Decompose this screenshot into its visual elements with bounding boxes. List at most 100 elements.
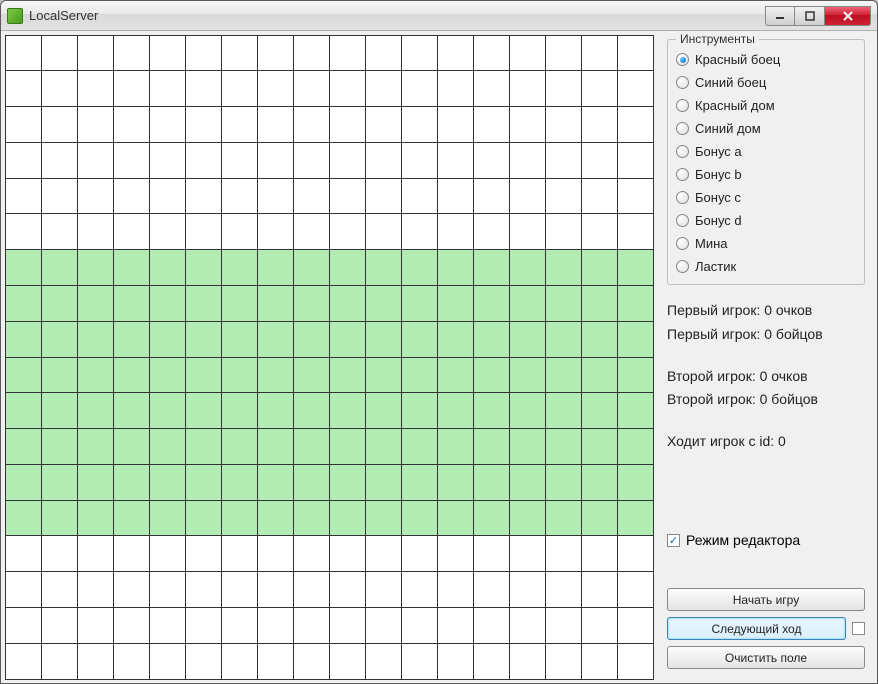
next-turn-checkbox[interactable]: [852, 622, 865, 635]
grid-cell[interactable]: [437, 428, 474, 465]
grid-cell[interactable]: [221, 285, 258, 322]
grid-cell[interactable]: [401, 428, 438, 465]
grid-cell[interactable]: [401, 213, 438, 250]
grid-cell[interactable]: [401, 571, 438, 608]
grid-cell[interactable]: [5, 428, 42, 465]
grid-cell[interactable]: [113, 70, 150, 107]
grid-cell[interactable]: [149, 285, 186, 322]
grid-cell[interactable]: [149, 178, 186, 215]
grid-cell[interactable]: [617, 106, 654, 143]
grid-cell[interactable]: [365, 500, 402, 537]
close-button[interactable]: [825, 6, 871, 26]
grid-cell[interactable]: [401, 178, 438, 215]
grid-cell[interactable]: [545, 321, 582, 358]
grid-cell[interactable]: [293, 213, 330, 250]
grid-cell[interactable]: [5, 643, 42, 680]
grid-cell[interactable]: [509, 249, 546, 286]
grid-cell[interactable]: [257, 500, 294, 537]
grid-cell[interactable]: [221, 464, 258, 501]
grid-cell[interactable]: [113, 249, 150, 286]
grid-cell[interactable]: [509, 607, 546, 644]
grid-cell[interactable]: [401, 500, 438, 537]
grid-cell[interactable]: [509, 428, 546, 465]
grid-cell[interactable]: [473, 213, 510, 250]
grid-cell[interactable]: [77, 213, 114, 250]
grid-cell[interactable]: [437, 106, 474, 143]
grid-cell[interactable]: [149, 500, 186, 537]
grid-cell[interactable]: [77, 70, 114, 107]
grid-cell[interactable]: [329, 428, 366, 465]
grid-cell[interactable]: [509, 178, 546, 215]
grid-cell[interactable]: [365, 285, 402, 322]
grid-cell[interactable]: [329, 285, 366, 322]
grid-cell[interactable]: [473, 357, 510, 394]
grid-cell[interactable]: [221, 249, 258, 286]
grid-cell[interactable]: [221, 500, 258, 537]
grid-cell[interactable]: [329, 142, 366, 179]
tool-option[interactable]: Бонус c: [676, 186, 856, 209]
grid-cell[interactable]: [41, 535, 78, 572]
grid-cell[interactable]: [221, 392, 258, 429]
grid-cell[interactable]: [293, 178, 330, 215]
grid-cell[interactable]: [257, 70, 294, 107]
grid-cell[interactable]: [5, 106, 42, 143]
grid-cell[interactable]: [401, 643, 438, 680]
grid-cell[interactable]: [149, 213, 186, 250]
grid-cell[interactable]: [329, 643, 366, 680]
grid-cell[interactable]: [293, 35, 330, 72]
grid-cell[interactable]: [617, 249, 654, 286]
tool-option[interactable]: Красный боец: [676, 48, 856, 71]
grid-cell[interactable]: [5, 392, 42, 429]
grid-cell[interactable]: [581, 106, 618, 143]
grid-cell[interactable]: [77, 142, 114, 179]
grid-cell[interactable]: [545, 571, 582, 608]
grid-cell[interactable]: [617, 213, 654, 250]
grid-cell[interactable]: [221, 213, 258, 250]
grid-cell[interactable]: [149, 428, 186, 465]
grid-cell[interactable]: [437, 213, 474, 250]
grid-cell[interactable]: [473, 321, 510, 358]
grid-cell[interactable]: [41, 70, 78, 107]
grid-cell[interactable]: [509, 500, 546, 537]
grid-cell[interactable]: [581, 285, 618, 322]
grid-cell[interactable]: [77, 178, 114, 215]
grid-cell[interactable]: [473, 106, 510, 143]
grid-cell[interactable]: [257, 392, 294, 429]
grid-cell[interactable]: [293, 70, 330, 107]
grid-cell[interactable]: [257, 428, 294, 465]
grid-cell[interactable]: [41, 285, 78, 322]
grid-cell[interactable]: [41, 142, 78, 179]
grid-cell[interactable]: [113, 428, 150, 465]
grid-cell[interactable]: [77, 643, 114, 680]
grid-cell[interactable]: [149, 643, 186, 680]
titlebar[interactable]: LocalServer: [1, 1, 877, 31]
grid-cell[interactable]: [257, 106, 294, 143]
grid-cell[interactable]: [257, 249, 294, 286]
tool-option[interactable]: Синий дом: [676, 117, 856, 140]
grid-cell[interactable]: [5, 213, 42, 250]
grid-cell[interactable]: [293, 500, 330, 537]
grid-cell[interactable]: [365, 70, 402, 107]
grid-cell[interactable]: [149, 70, 186, 107]
grid-cell[interactable]: [5, 500, 42, 537]
grid-cell[interactable]: [581, 142, 618, 179]
grid-cell[interactable]: [365, 607, 402, 644]
grid-cell[interactable]: [365, 571, 402, 608]
tool-option[interactable]: Ластик: [676, 255, 856, 278]
tool-option[interactable]: Бонус d: [676, 209, 856, 232]
grid-cell[interactable]: [77, 464, 114, 501]
grid-cell[interactable]: [545, 106, 582, 143]
grid-cell[interactable]: [617, 500, 654, 537]
grid-cell[interactable]: [365, 35, 402, 72]
grid-cell[interactable]: [257, 464, 294, 501]
grid-cell[interactable]: [221, 643, 258, 680]
grid-cell[interactable]: [113, 321, 150, 358]
grid-cell[interactable]: [41, 607, 78, 644]
grid-cell[interactable]: [113, 464, 150, 501]
grid-cell[interactable]: [293, 535, 330, 572]
grid-cell[interactable]: [77, 249, 114, 286]
grid-cell[interactable]: [185, 428, 222, 465]
grid-cell[interactable]: [185, 607, 222, 644]
grid-cell[interactable]: [365, 142, 402, 179]
grid-cell[interactable]: [401, 106, 438, 143]
